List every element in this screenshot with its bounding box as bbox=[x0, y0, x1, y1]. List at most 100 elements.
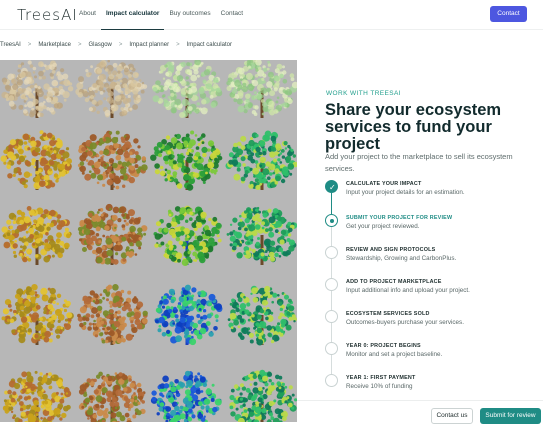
tree-foliage bbox=[117, 241, 121, 246]
tree-foliage bbox=[237, 105, 245, 113]
tree-foliage bbox=[120, 107, 124, 111]
breadcrumb-impact-planner[interactable]: Impact planner bbox=[129, 42, 169, 48]
tree-foliage bbox=[24, 289, 27, 292]
tree-foliage bbox=[210, 398, 215, 402]
tree-foliage bbox=[165, 419, 169, 422]
step-calculate-impact[interactable]: ✓ CALCULATE YOUR IMPACT Input your proje… bbox=[325, 180, 540, 210]
tree-foliage bbox=[184, 144, 187, 148]
step-services-sold[interactable]: ECOSYSTEM SERVICES SOLD Outcomes-buyers … bbox=[325, 310, 540, 340]
tree-foliage bbox=[214, 229, 220, 235]
tree-foliage bbox=[100, 332, 104, 335]
tree-foliage bbox=[92, 83, 98, 88]
tree-foliage bbox=[176, 183, 183, 189]
tree-foliage bbox=[212, 406, 218, 413]
tree-foliage bbox=[268, 227, 273, 232]
tree-foliage bbox=[184, 389, 191, 396]
tree-foliage bbox=[269, 90, 276, 97]
step-add-marketplace[interactable]: ADD TO PROJECT MARKETPLACE Input additio… bbox=[325, 278, 540, 308]
tree-foliage bbox=[26, 248, 33, 255]
nav-contact[interactable]: Contact bbox=[216, 0, 248, 30]
tree-foliage bbox=[46, 97, 52, 103]
tree-foliage bbox=[204, 225, 209, 231]
tree-foliage bbox=[262, 387, 265, 390]
tree-foliage bbox=[196, 235, 203, 242]
tree-foliage bbox=[166, 412, 170, 417]
tree-foliage bbox=[291, 406, 295, 410]
treesai-logo[interactable]: TreesAI bbox=[17, 6, 78, 24]
tree-foliage bbox=[94, 334, 98, 338]
tree-foliage bbox=[14, 293, 21, 299]
tree-foliage bbox=[177, 70, 181, 74]
step-description: Stewardship, Growing and CarbonPlus. bbox=[346, 255, 457, 262]
step-year0[interactable]: YEAR 0: PROJECT BEGINS Monitor and set a… bbox=[325, 342, 540, 372]
tree-foliage bbox=[247, 241, 251, 245]
tree-foliage bbox=[179, 112, 186, 118]
tree-foliage bbox=[47, 416, 53, 422]
tree-foliage bbox=[55, 141, 63, 149]
tree-foliage bbox=[30, 225, 34, 228]
check-circle-icon: ✓ bbox=[325, 180, 338, 193]
tree-foliage bbox=[35, 413, 39, 416]
tree-foliage bbox=[280, 229, 287, 236]
breadcrumb-glasgow[interactable]: Glasgow bbox=[89, 42, 112, 48]
tree-foliage bbox=[81, 171, 85, 175]
nav-impact-calculator[interactable]: Impact calculator bbox=[101, 0, 165, 30]
tree-foliage bbox=[136, 382, 142, 388]
tree-foliage bbox=[8, 406, 13, 411]
tree-foliage bbox=[89, 95, 95, 100]
breadcrumb-treesai[interactable]: TreesAI bbox=[0, 42, 21, 48]
nav-buy-outcomes[interactable]: Buy outcomes bbox=[164, 0, 215, 30]
tree-foliage bbox=[3, 149, 8, 154]
tree-foliage bbox=[17, 329, 21, 333]
tree-foliage bbox=[38, 106, 44, 112]
tree-foliage bbox=[240, 135, 247, 142]
nav-about[interactable]: About bbox=[74, 0, 101, 30]
tree-foliage bbox=[44, 330, 51, 338]
tree-foliage bbox=[163, 85, 169, 91]
tree-foliage bbox=[130, 398, 135, 403]
tree-foliage bbox=[236, 87, 241, 92]
tree-foliage bbox=[132, 72, 139, 79]
tree-foliage bbox=[178, 409, 183, 414]
tree-foliage bbox=[63, 323, 68, 327]
breadcrumb: TreesAI > Marketplace > Glasgow > Impact… bbox=[0, 39, 232, 51]
breadcrumb-marketplace[interactable]: Marketplace bbox=[38, 42, 71, 48]
tree-foliage bbox=[157, 328, 162, 333]
tree-foliage bbox=[95, 226, 101, 232]
tree-foliage bbox=[55, 391, 59, 395]
tree-foliage bbox=[158, 316, 165, 324]
tree-foliage bbox=[103, 79, 107, 83]
tree-foliage bbox=[169, 244, 174, 249]
tree-foliage bbox=[269, 172, 273, 176]
tree-foliage bbox=[83, 321, 87, 326]
contact-button[interactable]: Contact bbox=[490, 6, 527, 22]
tree-foliage bbox=[161, 394, 165, 398]
tree-foliage bbox=[158, 406, 164, 412]
tree-foliage bbox=[89, 142, 97, 150]
tree-foliage bbox=[277, 158, 281, 162]
tree-foliage bbox=[105, 237, 113, 245]
tree-foliage bbox=[152, 95, 160, 103]
step-review-sign[interactable]: REVIEW AND SIGN PROTOCOLS Stewardship, G… bbox=[325, 246, 540, 276]
tree-foliage bbox=[198, 401, 203, 406]
step-submit-review[interactable]: SUBMIT YOUR PROJECT FOR REVIEW Get your … bbox=[325, 214, 540, 244]
tree-foliage bbox=[258, 386, 263, 392]
tree-foliage bbox=[241, 327, 249, 335]
submit-for-review-button[interactable]: Submit for review bbox=[480, 408, 541, 424]
tree-foliage bbox=[32, 96, 36, 99]
tree-foliage bbox=[195, 146, 200, 150]
tree-foliage bbox=[107, 60, 110, 63]
tree-foliage bbox=[120, 303, 124, 306]
tree-foliage bbox=[39, 130, 44, 135]
tree-foliage bbox=[120, 289, 125, 294]
tree-foliage bbox=[168, 308, 173, 314]
tree-foliage bbox=[256, 206, 260, 210]
tree-foliage bbox=[279, 73, 284, 79]
tree-foliage bbox=[46, 318, 49, 322]
tree-foliage bbox=[211, 383, 215, 387]
tree-foliage bbox=[179, 382, 186, 388]
contact-us-button[interactable]: Contact us bbox=[431, 408, 473, 424]
tree-foliage bbox=[10, 241, 14, 245]
tree-foliage bbox=[262, 212, 268, 218]
tree-foliage bbox=[203, 69, 211, 76]
